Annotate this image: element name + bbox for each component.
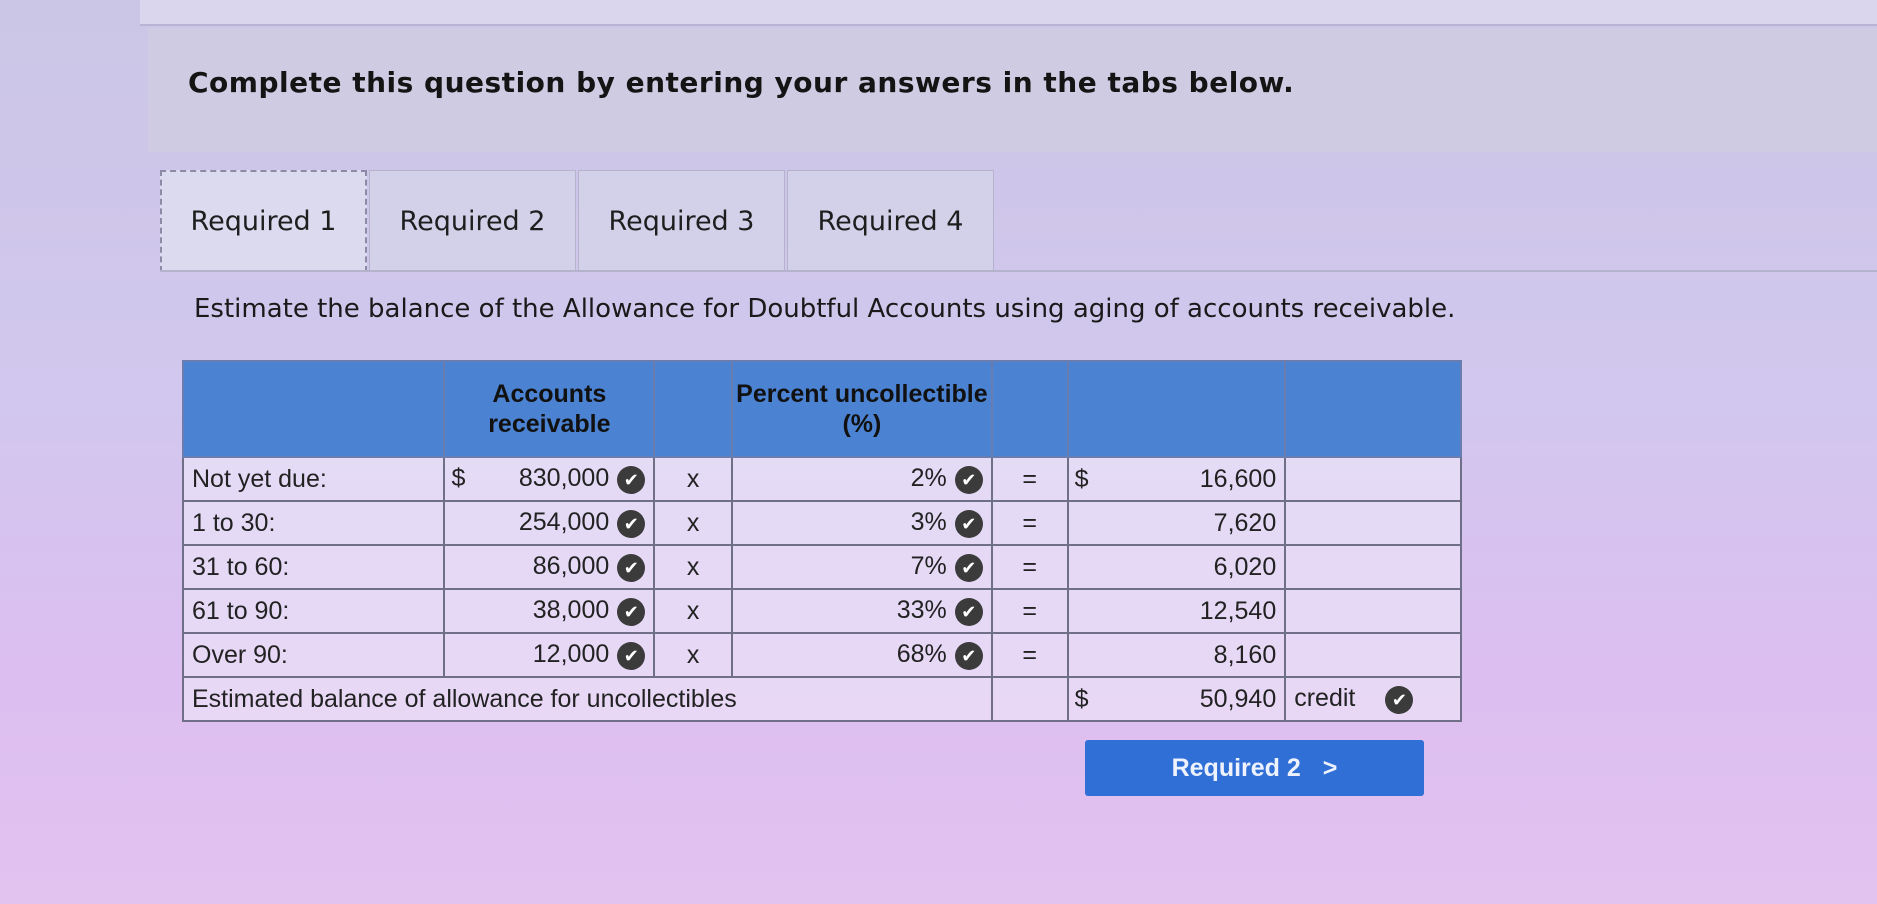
equals-symbol: = — [990, 632, 1069, 678]
percent-value: 68% — [896, 640, 947, 669]
header-eq — [990, 360, 1069, 458]
percent-input[interactable]: 2% ✔ — [731, 456, 993, 502]
percent-value: 2% — [910, 464, 947, 493]
result-value: 16,600 — [1199, 464, 1277, 493]
question-subtitle: Estimate the balance of the Allowance fo… — [194, 294, 1456, 324]
result-value: 6,020 — [1213, 552, 1277, 581]
check-icon: ✔ — [954, 509, 983, 538]
check-icon: ✔ — [954, 553, 983, 582]
ar-value: 38,000 — [532, 596, 610, 625]
dollar-sign: $ — [451, 464, 466, 493]
top-strip — [140, 0, 1877, 26]
row-blank — [1284, 544, 1462, 590]
total-value: 50,940 — [1199, 684, 1277, 713]
check-icon: ✔ — [1385, 685, 1414, 714]
percent-input[interactable]: 33% ✔ — [731, 588, 993, 634]
header-blank — [181, 360, 446, 458]
check-icon: ✔ — [954, 597, 983, 626]
tab-required-2[interactable]: Required 2 — [369, 170, 576, 272]
row-label: 1 to 30: — [181, 500, 446, 546]
row-label: Not yet due: — [181, 456, 446, 502]
table-row: Over 90: 12,000 ✔ x 68% ✔ = 8,160 — [181, 632, 1462, 678]
row-label: Over 90: — [181, 632, 446, 678]
table-row: 61 to 90: 38,000 ✔ x 33% ✔ = 12,540 — [181, 588, 1462, 634]
percent-value: 33% — [896, 596, 947, 625]
multiply-symbol: x — [653, 500, 734, 546]
percent-input[interactable]: 7% ✔ — [731, 544, 993, 590]
check-icon: ✔ — [954, 641, 983, 670]
instruction-text: Complete this question by entering your … — [188, 66, 1295, 99]
table-row: 31 to 60: 86,000 ✔ x 7% ✔ = 6,020 — [181, 544, 1462, 590]
ar-value: 254,000 — [518, 508, 610, 537]
percent-value: 7% — [910, 552, 947, 581]
header-type — [1284, 360, 1462, 458]
result-input[interactable]: $16,600 — [1066, 456, 1287, 502]
header-accounts-receivable: Accounts receivable — [443, 360, 656, 458]
tab-bar: Required 1 Required 2 Required 3 Require… — [160, 170, 996, 272]
header-op — [653, 360, 734, 458]
result-value: 7,620 — [1213, 508, 1277, 537]
ar-input[interactable]: $830,000 ✔ — [443, 456, 656, 502]
check-icon: ✔ — [617, 597, 646, 626]
total-row: Estimated balance of allowance for uncol… — [182, 676, 1462, 722]
percent-input[interactable]: 68% ✔ — [731, 632, 993, 678]
multiply-symbol: x — [653, 456, 734, 502]
row-blank — [1284, 500, 1462, 546]
credit-value: credit — [1294, 684, 1356, 713]
result-value: 12,540 — [1199, 596, 1277, 625]
row-label: 31 to 60: — [181, 544, 446, 590]
row-label: 61 to 90: — [181, 588, 446, 634]
chevron-right-icon: > — [1322, 753, 1338, 782]
total-label: Estimated balance of allowance for uncol… — [182, 676, 993, 722]
check-icon: ✔ — [617, 509, 646, 538]
ar-input[interactable]: 254,000 ✔ — [443, 500, 656, 546]
result-input[interactable]: 12,540 — [1066, 588, 1287, 634]
row-blank — [1284, 632, 1462, 678]
check-icon: ✔ — [617, 641, 646, 670]
result-input[interactable]: 7,620 — [1066, 500, 1287, 546]
table-row: Not yet due: $830,000 ✔ x 2% ✔ = $16,600 — [181, 456, 1462, 502]
dollar-sign: $ — [1074, 464, 1089, 493]
dollar-sign: $ — [1074, 684, 1089, 713]
equals-symbol: = — [990, 500, 1069, 546]
multiply-symbol: x — [653, 632, 734, 678]
aging-table: Accounts receivable Percent uncollectibl… — [181, 360, 1462, 722]
equals-symbol: = — [990, 456, 1069, 502]
ar-value: 830,000 — [518, 464, 610, 493]
percent-value: 3% — [910, 508, 947, 537]
result-input[interactable]: 8,160 — [1066, 632, 1287, 678]
row-blank — [1284, 588, 1462, 634]
percent-input[interactable]: 3% ✔ — [731, 500, 993, 546]
next-button-label: Required 2 — [1171, 753, 1301, 782]
result-value: 8,160 — [1213, 640, 1277, 669]
ar-value: 86,000 — [532, 552, 610, 581]
check-icon: ✔ — [617, 465, 646, 494]
total-input[interactable]: $50,940 — [1066, 676, 1287, 722]
multiply-symbol: x — [653, 544, 734, 590]
multiply-symbol: x — [653, 588, 734, 634]
check-icon: ✔ — [617, 553, 646, 582]
ar-input[interactable]: 38,000 ✔ — [443, 588, 656, 634]
table-row: 1 to 30: 254,000 ✔ x 3% ✔ = 7,620 — [181, 500, 1462, 546]
next-required-2-button[interactable]: Required 2 > — [1085, 740, 1424, 796]
total-blank — [990, 676, 1069, 722]
table-header-row: Accounts receivable Percent uncollectibl… — [181, 360, 1462, 458]
tab-required-3[interactable]: Required 3 — [578, 170, 785, 272]
ar-value: 12,000 — [532, 640, 610, 669]
tab-divider — [160, 270, 1877, 272]
ar-input[interactable]: 86,000 ✔ — [443, 544, 656, 590]
tab-required-1[interactable]: Required 1 — [160, 170, 367, 272]
equals-symbol: = — [990, 544, 1069, 590]
equals-symbol: = — [990, 588, 1069, 634]
header-percent-uncollectible: Percent uncollectible (%) — [731, 360, 993, 458]
header-result — [1066, 360, 1287, 458]
row-blank — [1284, 456, 1462, 502]
credit-debit-select[interactable]: credit ✔ — [1284, 676, 1462, 722]
result-input[interactable]: 6,020 — [1066, 544, 1287, 590]
ar-input[interactable]: 12,000 ✔ — [443, 632, 656, 678]
check-icon: ✔ — [954, 465, 983, 494]
tab-required-4[interactable]: Required 4 — [787, 170, 994, 272]
